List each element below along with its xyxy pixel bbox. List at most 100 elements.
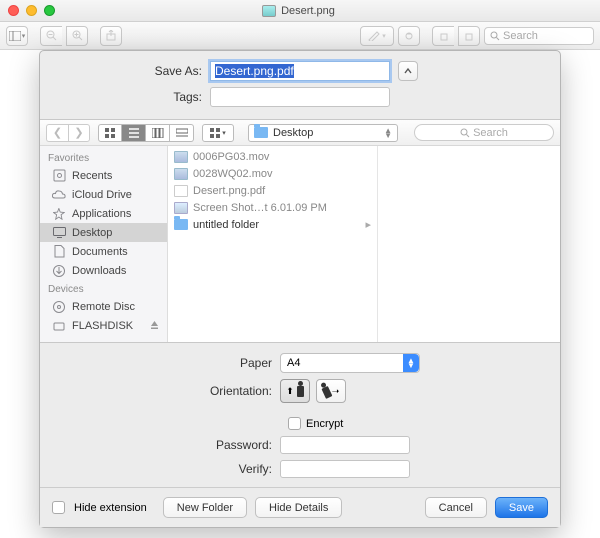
nav-back-button[interactable]: ❮ (46, 124, 68, 142)
file-row[interactable]: Screen Shot…t 6.01.09 PM (168, 199, 377, 216)
sidebar-item-documents[interactable]: Documents (40, 242, 167, 261)
browser-search-field[interactable]: Search (414, 124, 554, 141)
browser-search-placeholder: Search (473, 127, 508, 139)
file-column: 0006PG03.mov 0028WQ02.mov Desert.png.pdf… (168, 146, 378, 342)
file-name: untitled folder (193, 219, 259, 231)
file-row[interactable]: untitled folder ▸ (168, 216, 377, 233)
tags-input[interactable] (210, 87, 390, 107)
file-row[interactable]: 0006PG03.mov (168, 148, 377, 165)
chevron-updown-icon: ▲▼ (403, 354, 419, 372)
document-icon (262, 5, 276, 17)
sidebar-item-label: Downloads (72, 265, 126, 277)
save-dialog: Save As: Tags: ❮ ❯ (39, 50, 561, 528)
image-icon (174, 202, 188, 214)
share-button[interactable] (100, 26, 122, 46)
save-button[interactable]: Save (495, 497, 548, 518)
hide-details-button[interactable]: Hide Details (255, 497, 342, 518)
coverflow-view-button[interactable] (170, 124, 194, 142)
orientation-portrait-button[interactable]: ⬆ (280, 379, 310, 403)
hide-extension-label: Hide extension (74, 502, 147, 514)
sidebar: Favorites Recents iCloud Drive Applicati… (40, 146, 168, 342)
saveas-label: Save As: (60, 64, 210, 78)
hide-extension-option[interactable]: Hide extension (52, 501, 147, 514)
verify-label: Verify: (60, 462, 280, 476)
markup-button[interactable] (398, 26, 420, 46)
folder-icon (254, 127, 268, 138)
arrange-button[interactable]: ▾ (202, 124, 234, 142)
sidebar-item-flashdisk[interactable]: FLASHDISK (40, 316, 167, 335)
view-switcher (98, 124, 194, 142)
person-icon (297, 386, 304, 397)
file-name: Desert.png.pdf (193, 185, 265, 197)
orientation-label: Orientation: (60, 384, 280, 398)
password-input[interactable] (280, 436, 410, 454)
cloud-icon (52, 188, 66, 201)
hide-extension-checkbox[interactable] (52, 501, 65, 514)
sidebar-item-label: Documents (72, 246, 128, 258)
paper-label: Paper (60, 356, 280, 370)
disc-icon (52, 300, 66, 313)
chevron-updown-icon: ▲▼ (384, 128, 392, 138)
zoom-out-button[interactable] (40, 26, 62, 46)
verify-input[interactable] (280, 460, 410, 478)
file-browser: ❮ ❯ ▾ Desktop ▲▼ Search (40, 119, 560, 343)
annotate-button[interactable]: ▾ (360, 26, 394, 46)
options-panel: Paper A4 ▲▼ Orientation: ⬆ ➝ Encrypt Pas… (40, 343, 560, 490)
cancel-button[interactable]: Cancel (425, 497, 487, 518)
file-row[interactable]: Desert.png.pdf (168, 182, 377, 199)
documents-icon (52, 245, 66, 258)
paper-value: A4 (287, 357, 300, 369)
orientation-landscape-button[interactable]: ➝ (316, 379, 346, 403)
preview-column (378, 146, 560, 342)
sidebar-item-remote-disc[interactable]: Remote Disc (40, 297, 167, 316)
movie-icon (174, 151, 188, 163)
location-label: Desktop (273, 127, 313, 139)
sidebar-item-downloads[interactable]: Downloads (40, 261, 167, 280)
sidebar-item-recents[interactable]: Recents (40, 166, 167, 185)
icon-view-button[interactable] (98, 124, 122, 142)
close-window-button[interactable] (8, 5, 19, 16)
pdf-icon (174, 185, 188, 197)
chevron-right-icon: ▸ (365, 218, 371, 231)
downloads-icon (52, 264, 66, 277)
password-label: Password: (60, 438, 280, 452)
sidebar-item-applications[interactable]: Applications (40, 204, 167, 223)
preview-search-field[interactable]: Search (484, 27, 594, 45)
rotate-right-button[interactable] (458, 26, 480, 46)
list-view-button[interactable] (122, 124, 146, 142)
zoom-window-button[interactable] (44, 5, 55, 16)
search-placeholder: Search (503, 30, 538, 42)
minimize-window-button[interactable] (26, 5, 37, 16)
file-name: 0028WQ02.mov (193, 168, 272, 180)
file-name: 0006PG03.mov (193, 151, 269, 163)
dialog-footer: Hide extension New Folder Hide Details C… (40, 487, 560, 527)
eject-icon[interactable] (150, 321, 159, 330)
saveas-input[interactable] (210, 61, 390, 81)
sidebar-item-label: Desktop (72, 227, 112, 239)
recents-icon (52, 169, 66, 182)
nav-forward-button[interactable]: ❯ (68, 124, 90, 142)
new-folder-button[interactable]: New Folder (163, 497, 247, 518)
devices-header: Devices (40, 280, 167, 297)
sidebar-item-desktop[interactable]: Desktop (40, 223, 167, 242)
titlebar: Desert.png (0, 0, 600, 22)
file-name: Screen Shot…t 6.01.09 PM (193, 202, 327, 214)
sidebar-item-icloud[interactable]: iCloud Drive (40, 185, 167, 204)
drive-icon (52, 319, 66, 332)
sidebar-toggle-button[interactable]: ▾ (6, 26, 28, 46)
sidebar-item-label: iCloud Drive (72, 189, 132, 201)
search-icon (490, 31, 500, 41)
folder-icon (174, 219, 188, 230)
zoom-in-button[interactable] (66, 26, 88, 46)
sidebar-item-label: Recents (72, 170, 112, 182)
search-icon (460, 128, 470, 138)
preview-toolbar: ▾ ▾ Search (0, 22, 600, 50)
paper-select[interactable]: A4 ▲▼ (280, 353, 420, 373)
rotate-left-button[interactable] (432, 26, 454, 46)
collapse-button[interactable] (398, 61, 418, 81)
file-row[interactable]: 0028WQ02.mov (168, 165, 377, 182)
location-popup[interactable]: Desktop ▲▼ (248, 124, 398, 142)
column-view-button[interactable] (146, 124, 170, 142)
encrypt-checkbox[interactable] (288, 417, 301, 430)
person-icon (321, 385, 332, 398)
